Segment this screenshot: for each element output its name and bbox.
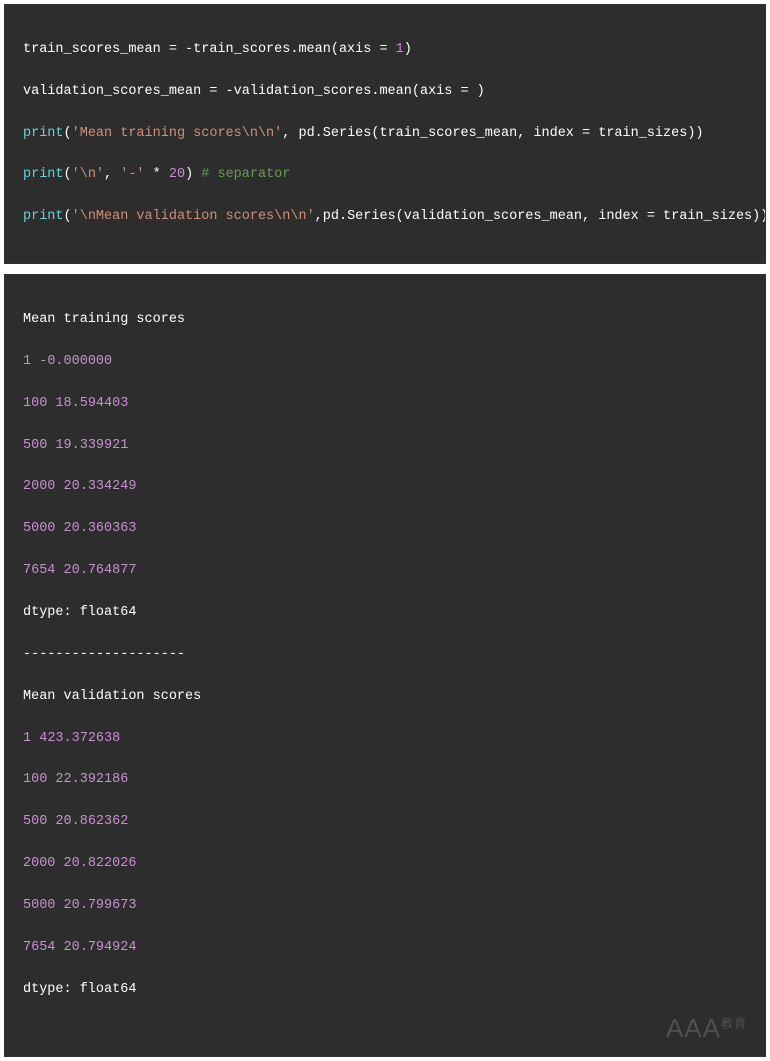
output-value: 20.360363 <box>64 521 137 536</box>
watermark: AAA教育 <box>666 1008 747 1048</box>
output-value: 20.764877 <box>64 563 137 578</box>
code-string: '\nMean validation scores\n\n' <box>72 209 315 224</box>
code-line-4: print('\n', '-' * 20) # separator <box>23 165 747 186</box>
output-separator: -------------------- <box>23 645 747 666</box>
code-number: 1 <box>396 42 404 57</box>
code-string: 'Mean training scores\n\n' <box>72 126 283 141</box>
output-row: 2000 20.334249 <box>23 477 747 498</box>
output-dtype: dtype: float64 <box>23 603 747 624</box>
code-line-3: print('Mean training scores\n\n', pd.Ser… <box>23 124 747 145</box>
code-func: print <box>23 126 64 141</box>
code-text: , <box>104 167 120 182</box>
code-line-5: print('\nMean validation scores\n\n',pd.… <box>23 207 747 228</box>
output-row: 1 423.372638 <box>23 729 747 750</box>
output-row: 100 22.392186 <box>23 770 747 791</box>
output-value: -0.000000 <box>39 354 112 369</box>
code-number: 20 <box>169 167 185 182</box>
code-comment: # separator <box>201 167 290 182</box>
code-func: print <box>23 209 64 224</box>
watermark-main: AAA <box>666 1013 721 1043</box>
code-text: ( <box>64 167 72 182</box>
code-text: , pd.Series(train_scores_mean, index = t… <box>282 126 703 141</box>
output-key: 2000 <box>23 856 55 871</box>
output-key: 500 <box>23 814 47 829</box>
code-string: '\n' <box>72 167 104 182</box>
output-row: 100 18.594403 <box>23 394 747 415</box>
output-value: 20.334249 <box>64 479 137 494</box>
output-row: 1 -0.000000 <box>23 352 747 373</box>
code-block: train_scores_mean = -train_scores.mean(a… <box>4 4 766 264</box>
output-heading: Mean training scores <box>23 310 747 331</box>
code-text: train_scores_mean = -train_scores.mean(a… <box>23 42 396 57</box>
output-row: 2000 20.822026 <box>23 854 747 875</box>
code-text: ) <box>404 42 412 57</box>
code-text: ( <box>64 126 72 141</box>
code-text: ( <box>64 209 72 224</box>
output-dtype: dtype: float64 <box>23 980 747 1001</box>
output-block: Mean training scores 1 -0.000000 100 18.… <box>4 274 766 1057</box>
output-key: 5000 <box>23 898 55 913</box>
output-row: 500 20.862362 <box>23 812 747 833</box>
output-row: 5000 20.360363 <box>23 519 747 540</box>
output-row: 7654 20.794924 <box>23 938 747 959</box>
watermark-sub: 教育 <box>721 1016 747 1030</box>
output-key: 1 <box>23 731 31 746</box>
output-key: 2000 <box>23 479 55 494</box>
output-row: 5000 20.799673 <box>23 896 747 917</box>
output-value: 22.392186 <box>55 772 128 787</box>
code-text: validation_scores_mean = -validation_sco… <box>23 84 485 99</box>
output-value: 18.594403 <box>55 396 128 411</box>
output-value: 20.822026 <box>64 856 137 871</box>
output-row: 500 19.339921 <box>23 436 747 457</box>
output-key: 7654 <box>23 563 55 578</box>
output-heading: Mean validation scores <box>23 687 747 708</box>
output-row: 7654 20.764877 <box>23 561 747 582</box>
output-key: 100 <box>23 772 47 787</box>
code-text: * <box>145 167 169 182</box>
output-key: 7654 <box>23 940 55 955</box>
code-text: ) <box>185 167 201 182</box>
code-string: '-' <box>120 167 144 182</box>
output-value: 423.372638 <box>39 731 120 746</box>
output-value: 19.339921 <box>55 438 128 453</box>
output-key: 1 <box>23 354 31 369</box>
code-line-2: validation_scores_mean = -validation_sco… <box>23 82 747 103</box>
output-value: 20.862362 <box>55 814 128 829</box>
code-line-1: train_scores_mean = -train_scores.mean(a… <box>23 40 747 61</box>
output-value: 20.799673 <box>64 898 137 913</box>
output-key: 500 <box>23 438 47 453</box>
output-key: 100 <box>23 396 47 411</box>
output-value: 20.794924 <box>64 940 137 955</box>
output-key: 5000 <box>23 521 55 536</box>
code-text: ,pd.Series(validation_scores_mean, index… <box>315 209 766 224</box>
code-func: print <box>23 167 64 182</box>
